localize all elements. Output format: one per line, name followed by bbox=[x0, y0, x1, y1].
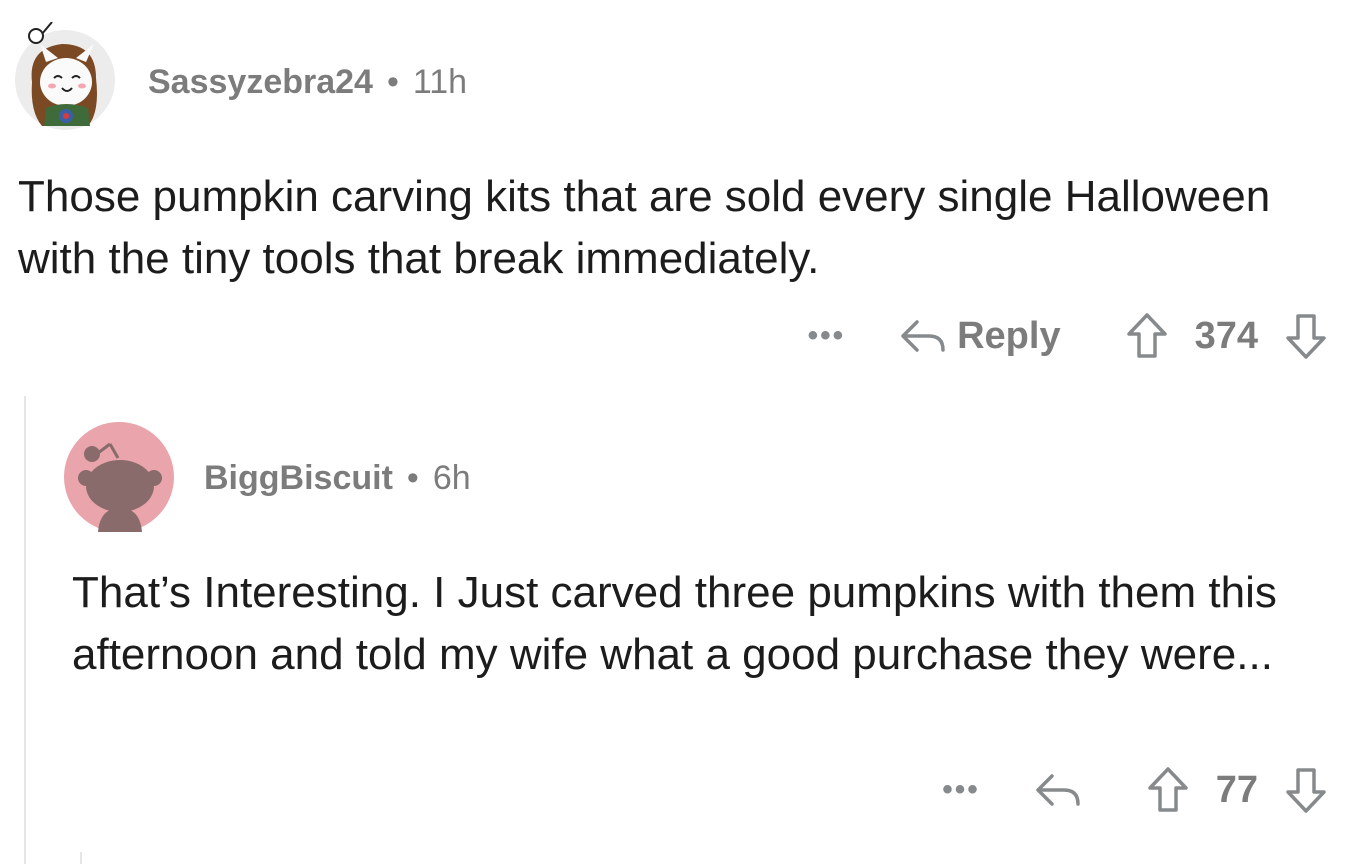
user-avatar[interactable] bbox=[64, 422, 174, 532]
vote-score: 77 bbox=[1215, 768, 1258, 811]
comment-body: Those pumpkin carving kits that are sold… bbox=[18, 172, 1271, 283]
user-avatar[interactable] bbox=[10, 21, 120, 132]
comment-meta: BiggBiscuit • 6h bbox=[204, 454, 471, 502]
comment-body: That’s Interesting. I Just carved three … bbox=[72, 568, 1277, 679]
downvote-arrow-icon[interactable] bbox=[1284, 312, 1328, 360]
vote-score: 374 bbox=[1194, 314, 1258, 357]
vote-controls: 374 bbox=[1125, 312, 1328, 360]
comment-actions: ••• Reply 374 bbox=[808, 306, 1328, 366]
vote-controls: 77 bbox=[1146, 766, 1328, 814]
timestamp: 11h bbox=[412, 63, 468, 101]
reply-arrow-icon bbox=[899, 316, 947, 356]
upvote-arrow-icon[interactable] bbox=[1125, 312, 1169, 360]
reply-button[interactable] bbox=[1034, 770, 1082, 810]
reply-label: Reply bbox=[957, 314, 1061, 357]
username[interactable]: Sassyzebra24 bbox=[148, 63, 373, 101]
upvote-arrow-icon[interactable] bbox=[1146, 766, 1190, 814]
more-options-button[interactable]: ••• bbox=[942, 775, 980, 805]
reply-button[interactable]: Reply bbox=[899, 314, 1061, 358]
timestamp: 6h bbox=[432, 459, 471, 497]
username[interactable]: BiggBiscuit bbox=[204, 459, 393, 497]
reply-comment: BiggBiscuit • 6h That’s Interesting. I Jus… bbox=[0, 400, 1354, 864]
separator-dot: • bbox=[386, 63, 399, 101]
comment-actions: ••• 77 bbox=[942, 760, 1328, 820]
reply-arrow-icon bbox=[1034, 770, 1082, 810]
comment: Sassyzebra24 • 11h Those pumpkin carving k… bbox=[0, 0, 1354, 380]
separator-dot: • bbox=[406, 459, 419, 497]
more-options-button[interactable]: ••• bbox=[808, 321, 846, 351]
downvote-arrow-icon[interactable] bbox=[1284, 766, 1328, 814]
comment-meta: Sassyzebra24 • 11h bbox=[148, 58, 467, 106]
